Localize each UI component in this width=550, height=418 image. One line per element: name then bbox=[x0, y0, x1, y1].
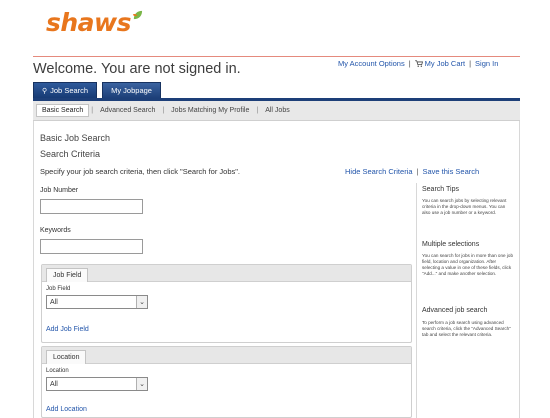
main-tabs: ⚲ Job Search My Jobpage bbox=[33, 82, 161, 99]
header-divider bbox=[33, 56, 520, 57]
tab-location[interactable]: Location bbox=[46, 350, 87, 364]
search-icon: ⚲ bbox=[42, 87, 48, 95]
welcome-message: Welcome. You are not signed in. bbox=[33, 61, 241, 77]
chevron-down-icon: ⌄ bbox=[136, 378, 147, 390]
cart-icon bbox=[414, 60, 423, 67]
job-field-panel: Job Field Job Field All ⌄ Add Job Field bbox=[41, 264, 412, 343]
search-tips-text: You can search jobs by selecting relevan… bbox=[422, 198, 507, 215]
page-title: Basic Job Search bbox=[40, 133, 111, 143]
panel-header: Job Field bbox=[42, 265, 411, 282]
multiple-selections-text: You can search for jobs in more than one… bbox=[422, 253, 513, 276]
job-cart-label: My Job Cart bbox=[424, 59, 466, 68]
tab-job-search[interactable]: ⚲ Job Search bbox=[33, 82, 98, 99]
search-tips-sidebar: Search Tips You can search jobs by selec… bbox=[416, 183, 516, 418]
hide-search-criteria-link[interactable]: Hide Search Criteria bbox=[345, 167, 413, 176]
logo-text: shaws bbox=[46, 8, 132, 37]
job-number-label: Job Number bbox=[40, 187, 79, 194]
link-separator: | bbox=[408, 59, 411, 68]
subnav-all-jobs[interactable]: All Jobs bbox=[260, 105, 295, 116]
leaf-icon bbox=[132, 10, 143, 20]
job-number-input[interactable] bbox=[40, 199, 143, 214]
search-instructions: Specify your job search criteria, then c… bbox=[40, 167, 240, 176]
location-panel: Location Location All ⌄ Add Location bbox=[41, 346, 412, 418]
keywords-input[interactable] bbox=[40, 239, 143, 254]
tab-label: My Jobpage bbox=[111, 86, 152, 95]
selected-value: All bbox=[50, 298, 58, 306]
tab-label: Job Search bbox=[50, 86, 89, 95]
search-actions: Hide Search Criteria | Save this Search bbox=[345, 167, 479, 176]
advanced-search-heading: Advanced job search bbox=[422, 307, 488, 314]
tab-job-field[interactable]: Job Field bbox=[46, 268, 89, 282]
section-title: Search Criteria bbox=[40, 149, 101, 159]
save-search-link[interactable]: Save this Search bbox=[422, 167, 479, 176]
chevron-down-icon: ⌄ bbox=[136, 296, 147, 308]
location-label: Location bbox=[46, 368, 69, 374]
job-field-label: Job Field bbox=[46, 286, 71, 292]
panel-header: Location bbox=[42, 347, 411, 364]
subnav-jobs-matching-profile[interactable]: Jobs Matching My Profile bbox=[166, 105, 254, 116]
location-select[interactable]: All ⌄ bbox=[46, 377, 148, 391]
tab-my-jobpage[interactable]: My Jobpage bbox=[102, 82, 161, 99]
my-account-options-link[interactable]: My Account Options bbox=[338, 59, 405, 68]
add-location-link[interactable]: Add Location bbox=[46, 406, 87, 413]
advanced-search-text: To perform a job search using advanced s… bbox=[422, 320, 511, 337]
search-subnav: Basic Search | Advanced Search | Jobs Ma… bbox=[33, 101, 520, 121]
subnav-basic-search[interactable]: Basic Search bbox=[36, 104, 90, 117]
link-separator: | bbox=[469, 59, 472, 68]
add-job-field-link[interactable]: Add Job Field bbox=[46, 326, 89, 333]
multiple-selections-heading: Multiple selections bbox=[422, 241, 480, 248]
my-job-cart-link[interactable]: My Job Cart bbox=[414, 59, 466, 68]
link-separator: | bbox=[416, 167, 419, 176]
account-links: My Account Options | My Job Cart | Sign … bbox=[338, 59, 498, 68]
job-field-select[interactable]: All ⌄ bbox=[46, 295, 148, 309]
shaws-logo[interactable]: shaws bbox=[46, 8, 143, 37]
search-content: Basic Job Search Search Criteria Specify… bbox=[33, 121, 520, 418]
subnav-advanced-search[interactable]: Advanced Search bbox=[95, 105, 160, 116]
sign-in-link[interactable]: Sign In bbox=[475, 59, 498, 68]
selected-value: All bbox=[50, 380, 58, 388]
keywords-label: Keywords bbox=[40, 227, 71, 234]
search-tips-heading: Search Tips bbox=[422, 186, 459, 193]
